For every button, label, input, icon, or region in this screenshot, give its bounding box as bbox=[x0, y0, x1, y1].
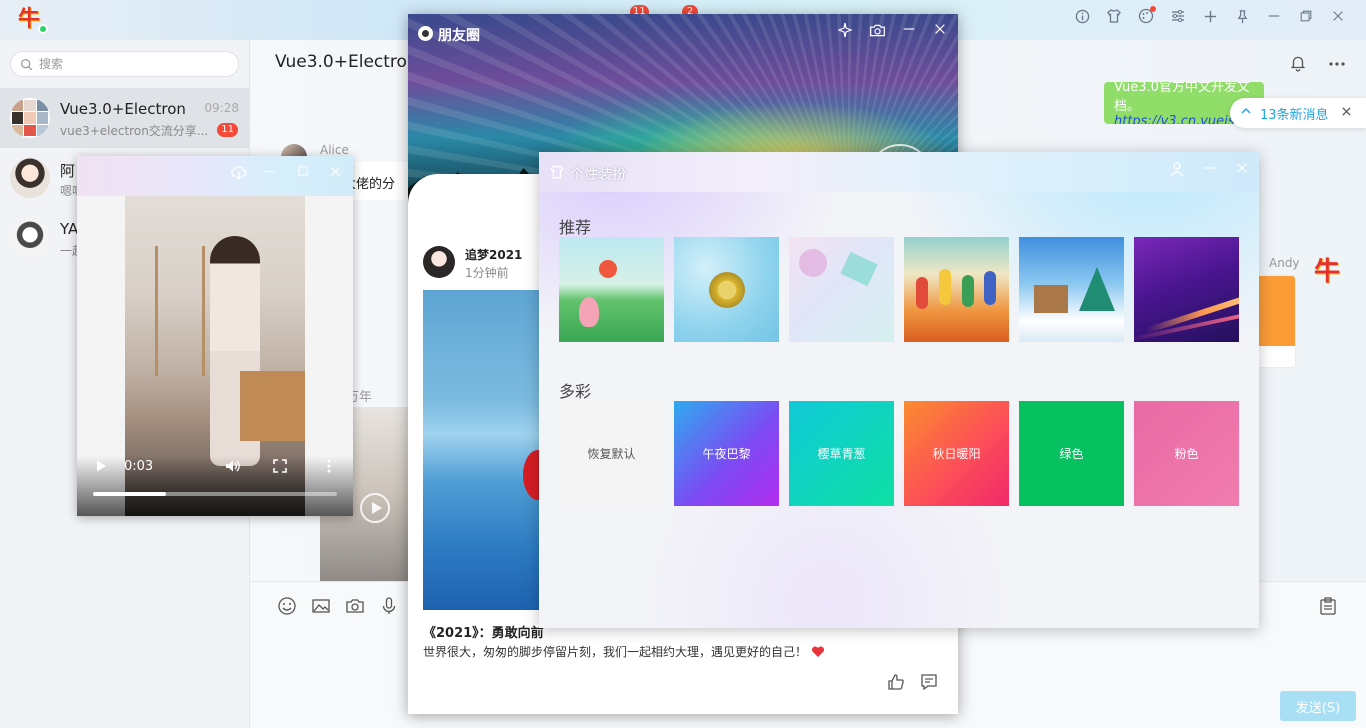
theme-tile-spring-hill[interactable] bbox=[559, 237, 664, 342]
section-title-recommend: 推荐 bbox=[559, 218, 592, 237]
search-icon bbox=[20, 58, 33, 71]
shirt-icon bbox=[549, 164, 565, 180]
window-title: 朋友圈 bbox=[438, 28, 480, 44]
send-button[interactable]: 发送(S) bbox=[1280, 691, 1356, 721]
chevron-up-icon bbox=[1240, 105, 1252, 121]
minimize-icon[interactable] bbox=[902, 22, 922, 42]
more-vertical-icon[interactable] bbox=[322, 458, 336, 474]
play-icon[interactable] bbox=[360, 493, 390, 523]
close-icon[interactable] bbox=[329, 165, 349, 185]
group-avatar bbox=[10, 98, 50, 138]
post-image[interactable] bbox=[423, 290, 553, 610]
post-body: 世界很大，匆匆的脚步停留片刻，我们一起相约大理，遇见更好的自己！ bbox=[423, 643, 825, 660]
close-icon[interactable] bbox=[1235, 161, 1255, 181]
chat-time: 09:28 bbox=[204, 101, 239, 115]
composer-toolbar bbox=[277, 596, 399, 616]
unread-badge: 11 bbox=[217, 123, 238, 137]
color-tile-midnight-paris[interactable]: 午夜巴黎 bbox=[674, 401, 779, 506]
video-current-time: 0:03 bbox=[124, 459, 154, 474]
microphone-icon[interactable] bbox=[379, 596, 399, 616]
moments-logo-icon bbox=[418, 26, 433, 41]
close-icon[interactable] bbox=[1341, 106, 1352, 121]
settings-sliders-icon[interactable] bbox=[1168, 6, 1188, 26]
more-icon[interactable] bbox=[1327, 54, 1347, 74]
post-title: 《2021》：勇敢向前 bbox=[423, 626, 544, 641]
theme-tile-snow-cabin[interactable] bbox=[1019, 237, 1124, 342]
color-tile-green[interactable]: 绿色 bbox=[1019, 401, 1124, 506]
video-progress-bar[interactable] bbox=[93, 492, 337, 496]
avatar bbox=[10, 218, 50, 258]
chat-preview: vue3+electron交流分享... bbox=[60, 124, 209, 138]
sender-name: Alice bbox=[320, 143, 349, 157]
bell-icon[interactable] bbox=[1289, 54, 1309, 74]
video-player-window: 0:03 bbox=[77, 156, 353, 516]
window-title: 个性装扮 bbox=[570, 167, 626, 183]
color-tile-primrose-green[interactable]: 樱草青葱 bbox=[789, 401, 894, 506]
chat-name: Vue3.0+Electron bbox=[60, 100, 186, 118]
like-icon[interactable] bbox=[886, 672, 906, 692]
recommended-themes bbox=[559, 237, 1239, 342]
video-titlebar bbox=[77, 156, 353, 196]
video-progress-fill bbox=[93, 492, 167, 496]
chat-title: Vue3.0+Electron bbox=[275, 52, 418, 72]
close-icon[interactable] bbox=[933, 22, 953, 42]
maximize-icon[interactable] bbox=[297, 165, 317, 185]
chat-item-vue3-electron[interactable]: Vue3.0+Electron 09:28 vue3+electron交流分享.… bbox=[0, 88, 250, 148]
post-time: 1分钟前 bbox=[465, 266, 509, 280]
moments-titlebar: 朋友圈 bbox=[408, 14, 958, 52]
post-author[interactable]: 追梦2021 bbox=[465, 246, 522, 263]
skin-icon[interactable] bbox=[1104, 6, 1124, 26]
minimize-icon[interactable] bbox=[263, 165, 283, 185]
maximize-icon[interactable] bbox=[1296, 6, 1316, 26]
theme-tile-purple-streak[interactable] bbox=[1134, 237, 1239, 342]
fullscreen-icon[interactable] bbox=[273, 459, 287, 473]
minimize-icon[interactable] bbox=[1203, 161, 1223, 181]
comment-icon[interactable] bbox=[919, 672, 939, 692]
new-messages-indicator[interactable]: 13条新消息 bbox=[1230, 98, 1366, 128]
avatar bbox=[10, 158, 50, 198]
camera-icon[interactable] bbox=[345, 596, 365, 616]
avatar[interactable] bbox=[423, 246, 455, 278]
skin-window: 个性装扮 推荐 多彩 恢复默认 午夜巴黎 樱草青葱 秋日暖阳 绿色 粉色 bbox=[539, 152, 1259, 628]
play-icon[interactable] bbox=[94, 459, 108, 473]
palette-icon[interactable] bbox=[1136, 6, 1156, 26]
new-messages-count: 13条新消息 bbox=[1260, 107, 1329, 123]
volume-icon[interactable] bbox=[224, 458, 240, 474]
color-themes: 恢复默认 午夜巴黎 樱草青葱 秋日暖阳 绿色 粉色 bbox=[559, 401, 1239, 506]
sender-name: Andy bbox=[1269, 256, 1300, 270]
search-box[interactable] bbox=[10, 51, 239, 77]
chat-name: 阿 bbox=[60, 162, 76, 180]
avatar[interactable]: 牛 bbox=[1309, 254, 1345, 290]
emoji-icon[interactable] bbox=[277, 596, 297, 616]
online-status-dot bbox=[38, 24, 48, 34]
refresh-sparkle-icon[interactable] bbox=[837, 22, 857, 42]
search-input[interactable] bbox=[39, 57, 219, 71]
camera-icon[interactable] bbox=[869, 22, 889, 42]
minimize-icon[interactable] bbox=[1264, 6, 1284, 26]
user-icon[interactable] bbox=[1169, 161, 1189, 181]
theme-tile-pastel-flowers[interactable] bbox=[789, 237, 894, 342]
video-frame[interactable] bbox=[77, 196, 353, 516]
color-tile-autumn-sun[interactable]: 秋日暖阳 bbox=[904, 401, 1009, 506]
download-icon[interactable] bbox=[231, 165, 251, 185]
color-tile-pink[interactable]: 粉色 bbox=[1134, 401, 1239, 506]
skin-titlebar: 个性装扮 bbox=[539, 152, 1259, 192]
chat-name: YA bbox=[60, 220, 79, 238]
post-body-text: 世界很大，匆匆的脚步停留片刻，我们一起相约大理，遇见更好的自己！ bbox=[423, 645, 808, 659]
window-toolbar bbox=[1072, 6, 1348, 26]
clipboard-icon[interactable] bbox=[1318, 596, 1338, 616]
video-controls-overlay bbox=[77, 456, 353, 516]
theme-tile-autumn-jump[interactable] bbox=[904, 237, 1009, 342]
info-icon[interactable] bbox=[1072, 6, 1092, 26]
theme-tile-kiwi-water[interactable] bbox=[674, 237, 779, 342]
section-title-colorful: 多彩 bbox=[559, 382, 592, 401]
close-icon[interactable] bbox=[1328, 6, 1348, 26]
image-icon[interactable] bbox=[311, 596, 331, 616]
plus-icon[interactable] bbox=[1200, 6, 1220, 26]
pin-icon[interactable] bbox=[1232, 6, 1252, 26]
color-tile-reset-default[interactable]: 恢复默认 bbox=[559, 401, 664, 506]
heart-icon bbox=[811, 646, 825, 658]
